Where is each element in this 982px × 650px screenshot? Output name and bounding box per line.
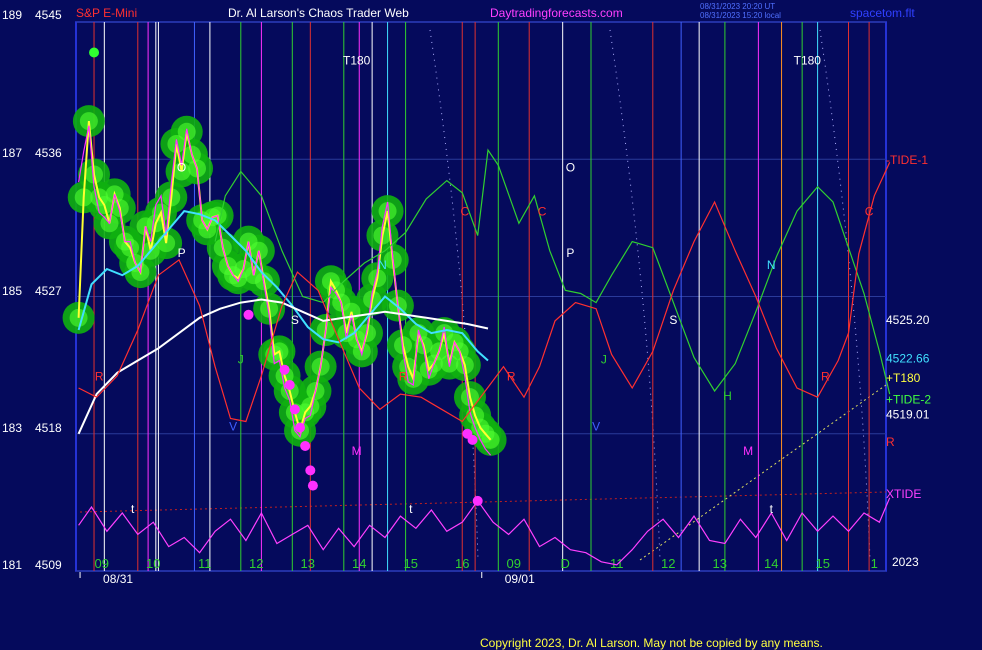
y-tick-left-183: 183 — [2, 421, 23, 435]
annotation-5: P — [566, 246, 574, 260]
magenta-marker-6 — [307, 480, 318, 491]
dotted-arc-1 — [429, 29, 479, 561]
site-short-label: spacetom.flt — [850, 6, 915, 20]
y-tick-price-4536: 4536 — [35, 146, 62, 160]
annotation-2: O — [177, 160, 186, 174]
annotation-24: t — [131, 502, 135, 516]
x-hour-label-8: 09 — [507, 556, 521, 571]
magenta-marker-4 — [300, 440, 311, 451]
annotation-22: V — [592, 420, 600, 434]
y-tick-price-4518: 4518 — [35, 421, 62, 435]
y-tick-price-4527: 4527 — [35, 284, 62, 298]
magenta-marker-3 — [295, 422, 306, 433]
green-marker-top — [89, 47, 100, 58]
right-label-3: +T180 — [886, 371, 921, 385]
annotation-26: t — [770, 502, 774, 516]
magenta-marker-2 — [289, 404, 300, 415]
magenta-marker-1 — [284, 379, 295, 390]
x-hour-label-2: 11 — [198, 556, 212, 571]
magenta-marker-9 — [467, 434, 478, 445]
x-hour-label-11: 12 — [661, 556, 675, 571]
x-hour-label-1: 10 — [146, 556, 160, 571]
x-date-label-1: 09/01 — [505, 572, 535, 586]
x-hour-label-6: 15 — [404, 556, 418, 571]
annotation-8: R — [507, 369, 516, 383]
x-hour-label-4: 13 — [301, 556, 315, 571]
magenta-marker-7 — [243, 309, 254, 320]
right-label-7: XTIDE — [886, 487, 921, 501]
annotation-17: N — [378, 258, 387, 272]
annotation-18: N — [767, 258, 776, 272]
x-date-label-0: 08/31 — [103, 572, 133, 586]
right-label-4: +TIDE-2 — [886, 392, 931, 406]
annotation-20: M — [352, 444, 362, 458]
x-hour-label-13: 14 — [764, 556, 778, 571]
annotation-21: M — [743, 444, 753, 458]
chart-page: { "chart_data": { "type": "line", "title… — [0, 0, 982, 650]
right-label-5: 4519.01 — [886, 407, 930, 421]
annotation-9: R — [821, 369, 830, 383]
chart-title: Dr. Al Larson's Chaos Trader Web — [228, 6, 409, 20]
annotation-10: C — [460, 205, 469, 219]
annotation-14: J — [601, 353, 607, 367]
chart-frame: 09 10 11 12 13 14 15 16 09 D 11 12 13 14 15 108/31 09/01… — [62, 21, 931, 586]
y-tick-price-4509: 4509 — [35, 558, 62, 572]
y-tick-left-187: 187 — [2, 146, 23, 160]
annotation-15: S — [291, 313, 299, 327]
magenta-marker-10 — [472, 495, 483, 506]
y-tick-left-185: 185 — [2, 284, 23, 298]
annotation-6: R — [95, 369, 104, 383]
annotation-3: P — [178, 246, 186, 260]
series-XTIDE — [78, 497, 891, 566]
annotation-23: V — [229, 420, 237, 434]
annotation-16: S — [669, 313, 677, 327]
annotation-11: C — [538, 205, 547, 219]
annotation-0: T180 — [343, 54, 371, 68]
annotation-4: O — [566, 160, 575, 174]
right-label-1: 4525.20 — [886, 313, 930, 327]
dotted-arc-3 — [819, 29, 871, 561]
x-hour-label-0: 09 — [95, 556, 109, 571]
x-hour-label-5: 14 — [352, 556, 366, 571]
y-tick-left-189: 189 — [2, 8, 23, 22]
y-tick-left-181: 181 — [2, 558, 23, 572]
timestamp-local: 08/31/2023 15:20 local — [700, 11, 781, 20]
y-tick-price-4545: 4545 — [35, 8, 62, 22]
magenta-marker-0 — [279, 364, 290, 375]
annotation-19: H — [723, 389, 732, 403]
x-hour-label-15: 1 — [871, 556, 878, 571]
annotation-13: J — [238, 353, 244, 367]
annotation-25: t — [409, 502, 413, 516]
year-label: 2023 — [892, 555, 919, 569]
x-hour-label-9: D — [561, 556, 570, 571]
annotation-12: C — [865, 205, 874, 219]
timestamp-ut: 08/31/2023 20:20 UT — [700, 2, 776, 11]
right-label-0: -TIDE-1 — [886, 153, 928, 167]
right-label-2: 4522.66 — [886, 352, 930, 366]
instrument-label: S&P E-Mini — [76, 6, 138, 20]
x-hour-label-7: 16 — [455, 556, 469, 571]
x-hour-label-14: 15 — [816, 556, 830, 571]
x-hour-label-3: 12 — [249, 556, 263, 571]
x-hour-label-12: 13 — [713, 556, 727, 571]
website-link[interactable]: Daytradingforecasts.com — [490, 6, 623, 20]
dotted-trend-yellow — [639, 384, 887, 561]
annotation-1: T180 — [794, 54, 822, 68]
magenta-marker-5 — [305, 465, 316, 476]
copyright-notice: Copyright 2023, Dr. Al Larson. May not b… — [480, 636, 823, 650]
right-label-6: R — [886, 435, 895, 449]
annotation-7: R — [399, 369, 408, 383]
